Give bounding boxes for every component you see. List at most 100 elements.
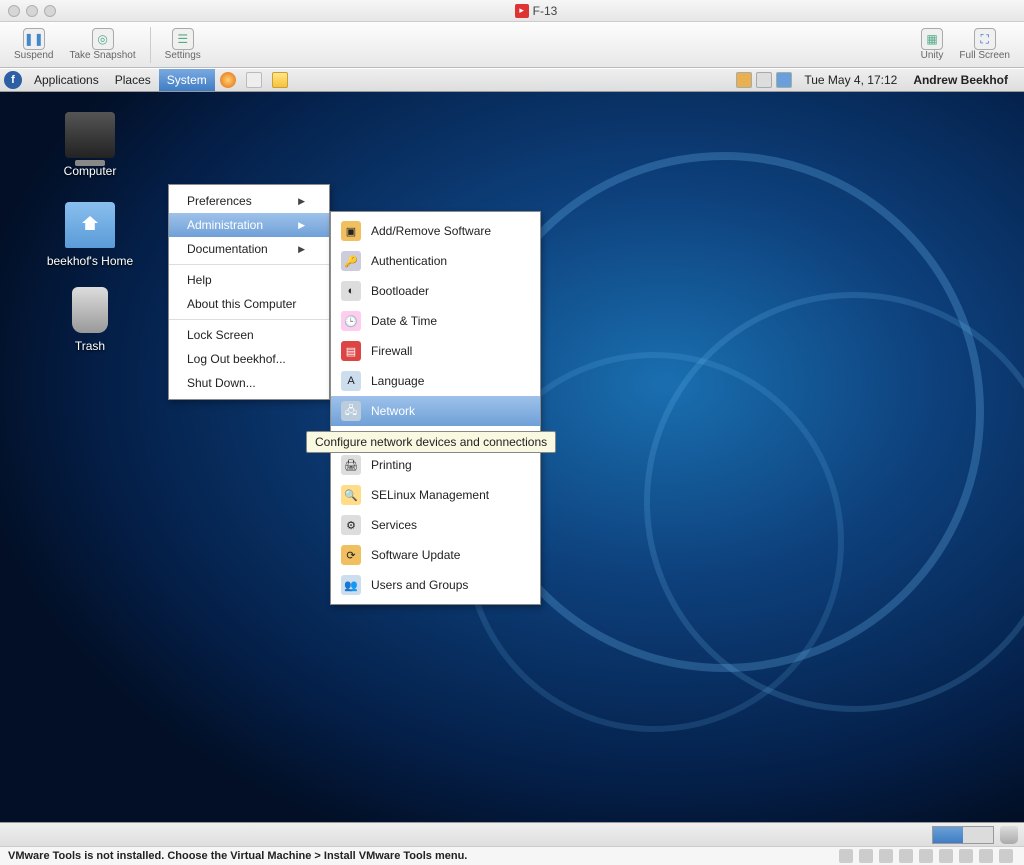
snapshot-button[interactable]: ◎ Take Snapshot: [61, 26, 143, 63]
firefox-icon: [220, 72, 236, 88]
desktop-icon-home[interactable]: beekhof's Home: [40, 202, 140, 268]
minimize-button[interactable]: [26, 5, 38, 17]
update-icon: ⟳: [341, 545, 361, 565]
menu-label: Software Update: [371, 548, 460, 562]
snapshot-label: Take Snapshot: [69, 50, 135, 61]
network-tray-icon[interactable]: [776, 72, 792, 88]
vmware-toolbar: ❚❚ Suspend ◎ Take Snapshot ☰ Settings ▦ …: [0, 22, 1024, 68]
status-message: VMware Tools is not installed. Choose th…: [8, 850, 836, 862]
menu-printing[interactable]: 🖨Printing: [331, 450, 540, 480]
menu-label: Log Out beekhof...: [187, 352, 286, 366]
menu-label: Preferences: [187, 194, 252, 208]
firefox-launcher[interactable]: [218, 70, 238, 90]
suspend-button[interactable]: ❚❚ Suspend: [6, 26, 61, 63]
users-icon: 👥: [341, 575, 361, 595]
menu-software-update[interactable]: ⟳ Software Update: [331, 540, 540, 570]
menu-preferences[interactable]: Preferences: [169, 189, 329, 213]
menu-selinux[interactable]: 🔍SELinux Management: [331, 480, 540, 510]
network-icon: 🖧: [341, 401, 361, 421]
trash-icon: [72, 287, 108, 333]
update-tray-icon[interactable]: [736, 72, 752, 88]
menu-shutdown[interactable]: Shut Down...: [169, 371, 329, 395]
settings-button[interactable]: ☰ Settings: [157, 26, 209, 63]
status-bluetooth-icon[interactable]: [899, 849, 913, 863]
disk-icon: ◐: [341, 281, 361, 301]
vmware-status-bar: VMware Tools is not installed. Choose th…: [0, 846, 1024, 865]
evolution-launcher[interactable]: [244, 70, 264, 90]
menu-services[interactable]: ⚙Services: [331, 510, 540, 540]
vm-icon: ▸: [515, 4, 529, 18]
unity-label: Unity: [921, 50, 944, 61]
gnome-top-panel: f Applications Places System Tue May 4, …: [0, 68, 1024, 92]
menu-separator: [169, 319, 329, 320]
zoom-button[interactable]: [44, 5, 56, 17]
status-mic-icon[interactable]: [839, 849, 853, 863]
menu-documentation[interactable]: Documentation: [169, 237, 329, 261]
menu-authentication[interactable]: 🔑 Authentication: [331, 246, 540, 276]
computer-icon: [65, 112, 115, 158]
menu-about[interactable]: About this Computer: [169, 292, 329, 316]
settings-label: Settings: [165, 50, 201, 61]
menu-label: Network: [371, 404, 415, 418]
menu-label: About this Computer: [187, 297, 296, 311]
menu-language[interactable]: A Language: [331, 366, 540, 396]
unity-button[interactable]: ▦ Unity: [913, 26, 952, 63]
system-menu[interactable]: System: [159, 69, 215, 91]
status-hdd-icon[interactable]: [939, 849, 953, 863]
menu-label: Lock Screen: [187, 328, 254, 342]
menu-label: Help: [187, 273, 212, 287]
status-usb-icon[interactable]: [859, 849, 873, 863]
user-menu[interactable]: Andrew Beekhof: [907, 73, 1014, 87]
status-network-icon[interactable]: [959, 849, 973, 863]
menu-bootloader[interactable]: ◐Bootloader: [331, 276, 540, 306]
desktop-icon-label: Trash: [40, 339, 140, 353]
window-title: ▸ F-13: [56, 4, 1016, 18]
menu-label: Authentication: [371, 254, 447, 268]
panel-trash-icon[interactable]: [1000, 826, 1018, 844]
status-sound-icon[interactable]: [979, 849, 993, 863]
status-display-icon[interactable]: [999, 849, 1013, 863]
menu-logout[interactable]: Log Out beekhof...: [169, 347, 329, 371]
menu-help[interactable]: Help: [169, 268, 329, 292]
menu-label: Documentation: [187, 242, 268, 256]
menu-addremove-software[interactable]: ▣ Add/Remove Software: [331, 216, 540, 246]
menu-label: Language: [371, 374, 424, 388]
printer-icon: 🖨: [341, 455, 361, 475]
workspace-2[interactable]: [963, 827, 993, 843]
menu-administration[interactable]: Administration: [169, 213, 329, 237]
menu-lock[interactable]: Lock Screen: [169, 323, 329, 347]
menu-datetime[interactable]: 🕒Date & Time: [331, 306, 540, 336]
volume-tray-icon[interactable]: [756, 72, 772, 88]
shield-icon: 🔍: [341, 485, 361, 505]
menu-label: Firewall: [371, 344, 412, 358]
desktop-icon-label: beekhof's Home: [40, 254, 140, 268]
separator: [150, 27, 151, 63]
desktop[interactable]: Computer beekhof's Home Trash Preference…: [0, 92, 1024, 822]
fullscreen-button[interactable]: ⛶ Full Screen: [951, 26, 1018, 63]
notes-launcher[interactable]: [270, 70, 290, 90]
menu-users-groups[interactable]: 👥Users and Groups: [331, 570, 540, 600]
menu-label: Administration: [187, 218, 263, 232]
menu-firewall[interactable]: ▤Firewall: [331, 336, 540, 366]
menu-label: Shut Down...: [187, 376, 256, 390]
desktop-icon-trash[interactable]: Trash: [40, 287, 140, 353]
suspend-label: Suspend: [14, 50, 53, 61]
unity-icon: ▦: [921, 28, 943, 50]
language-icon: A: [341, 371, 361, 391]
fedora-menu[interactable]: f: [3, 70, 23, 90]
status-cd-icon[interactable]: [919, 849, 933, 863]
workspace-1[interactable]: [933, 827, 963, 843]
package-icon: ▣: [341, 221, 361, 241]
places-menu[interactable]: Places: [107, 69, 159, 91]
keys-icon: 🔑: [341, 251, 361, 271]
menu-network[interactable]: 🖧 Network: [331, 396, 540, 426]
status-usb2-icon[interactable]: [879, 849, 893, 863]
menu-label: Add/Remove Software: [371, 224, 491, 238]
pause-icon: ❚❚: [23, 28, 45, 50]
workspace-pager[interactable]: [932, 826, 994, 844]
desktop-icon-computer[interactable]: Computer: [40, 112, 140, 178]
menu-label: Services: [371, 518, 417, 532]
close-button[interactable]: [8, 5, 20, 17]
clock[interactable]: Tue May 4, 17:12: [794, 73, 907, 87]
applications-menu[interactable]: Applications: [26, 69, 107, 91]
